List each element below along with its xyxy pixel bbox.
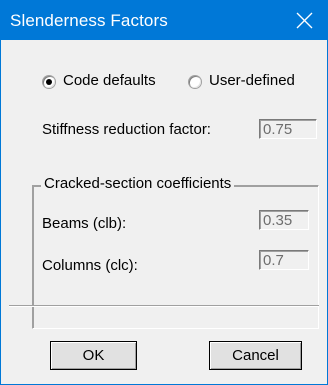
columns-label: Columns (clc): — [42, 257, 138, 274]
user-defined-label[interactable]: User-defined — [209, 72, 295, 89]
beams-label: Beams (clb): — [42, 215, 127, 232]
cancel-button[interactable]: Cancel — [209, 341, 302, 370]
user-defined-radio[interactable] — [189, 76, 201, 88]
radio-selected-dot — [46, 79, 52, 85]
dialog-title: Slenderness Factors — [10, 11, 168, 30]
stiffness-field[interactable]: 0.75 — [259, 119, 317, 139]
ok-button[interactable]: OK — [50, 341, 137, 370]
code-defaults-label[interactable]: Code defaults — [63, 72, 156, 89]
dialog-content: Code defaults User-defined Stiffness red… — [1, 40, 327, 384]
code-defaults-radio[interactable] — [43, 76, 55, 88]
dialog-window: Slenderness Factors Code defaults User-d… — [0, 0, 328, 385]
columns-field[interactable]: 0.7 — [259, 250, 309, 270]
button-separator — [9, 305, 319, 307]
close-icon — [296, 12, 313, 29]
close-button[interactable] — [283, 1, 327, 40]
cracked-section-legend: Cracked-section coefficients — [41, 175, 235, 192]
title-bar[interactable]: Slenderness Factors — [1, 1, 327, 40]
beams-field[interactable]: 0.35 — [259, 210, 309, 230]
stiffness-label: Stiffness reduction factor: — [42, 121, 211, 138]
